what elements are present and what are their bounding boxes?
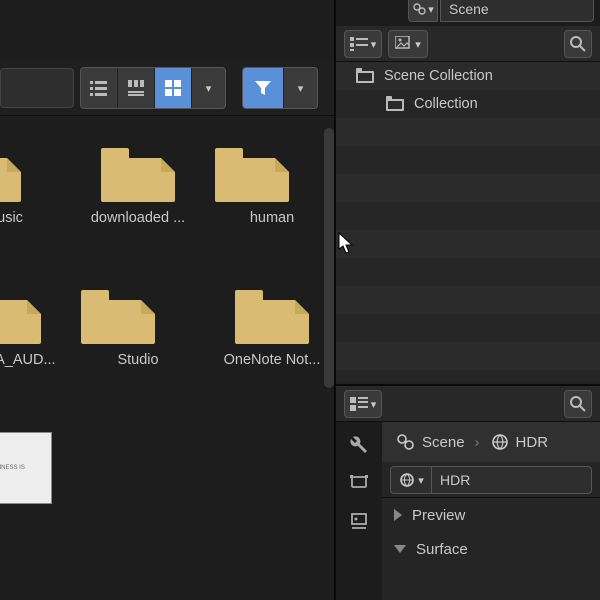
tab-tool[interactable] bbox=[341, 430, 377, 460]
outliner-row-scene-collection[interactable]: Scene Collection bbox=[336, 62, 600, 90]
file-label: Studio bbox=[117, 352, 158, 368]
file-label: OneNote Not... bbox=[224, 352, 321, 368]
world-datablock-name[interactable]: HDR bbox=[432, 466, 592, 494]
breadcrumb-scene[interactable]: Scene bbox=[396, 432, 465, 452]
world-datablock-browse[interactable] bbox=[390, 466, 432, 494]
file-browser-scrollbar[interactable] bbox=[324, 128, 334, 388]
file-label: MANDA_AUD... bbox=[0, 352, 56, 368]
tab-output[interactable] bbox=[341, 506, 377, 536]
outliner-header bbox=[336, 26, 600, 62]
properties-options[interactable] bbox=[344, 390, 382, 418]
outliner-row-label: Collection bbox=[414, 96, 478, 112]
collection-icon bbox=[384, 96, 406, 112]
file-item[interactable]: OneNote Not... bbox=[208, 286, 324, 416]
properties-search[interactable] bbox=[564, 390, 592, 418]
scene-dropdown[interactable] bbox=[408, 0, 438, 22]
folder-icon bbox=[235, 290, 309, 344]
display-list-vertical-button[interactable] bbox=[81, 68, 117, 108]
file-label: downloaded ... bbox=[91, 210, 185, 226]
properties-breadcrumb: Scene HDR bbox=[382, 422, 600, 462]
display-options-dropdown[interactable] bbox=[191, 68, 225, 108]
file-item[interactable]: MANDA_AUD... bbox=[0, 286, 68, 416]
properties-tabs bbox=[336, 422, 382, 600]
folder-icon bbox=[101, 148, 175, 202]
file-item[interactable]: human bbox=[208, 144, 324, 274]
breadcrumb-world[interactable]: HDR bbox=[490, 432, 549, 452]
file-label: human bbox=[250, 210, 294, 226]
file-label: Music bbox=[0, 210, 23, 226]
file-browser-pane: Music downloaded ... human MANDA_AUD... Stud… bbox=[0, 0, 334, 600]
outliner-filter-images[interactable] bbox=[388, 30, 428, 58]
folder-icon bbox=[0, 290, 41, 344]
image-thumbnail: HAPPINESS IS bbox=[0, 432, 52, 504]
file-item[interactable]: Studio bbox=[74, 286, 202, 416]
outliner-body: Scene Collection Collection bbox=[336, 62, 600, 382]
outliner-row-label: Scene Collection bbox=[384, 68, 493, 84]
collection-icon bbox=[354, 68, 376, 84]
outliner-row-collection[interactable]: Collection bbox=[336, 90, 600, 118]
file-browser-toolbar bbox=[0, 60, 334, 116]
world-datablock-row: HDR bbox=[382, 462, 600, 498]
filter-group bbox=[242, 67, 318, 109]
outliner-search[interactable] bbox=[564, 30, 592, 58]
file-grid: Music downloaded ... human MANDA_AUD... Stud… bbox=[0, 128, 324, 600]
display-thumbnails-button[interactable] bbox=[155, 68, 191, 108]
file-item[interactable]: HAPPINESS IS bbox=[0, 428, 68, 558]
breadcrumb-world-label: HDR bbox=[516, 434, 549, 451]
scene-name-input[interactable]: Scene bbox=[440, 0, 594, 22]
properties-header bbox=[336, 386, 600, 422]
world-icon bbox=[490, 432, 510, 452]
file-item[interactable]: downloaded ... bbox=[74, 144, 202, 274]
scene-row: Scene bbox=[336, 0, 600, 26]
folder-icon bbox=[81, 290, 155, 344]
filter-dropdown[interactable] bbox=[283, 68, 317, 108]
folder-icon bbox=[0, 148, 21, 202]
display-list-horizontal-button[interactable] bbox=[118, 68, 154, 108]
tab-render[interactable] bbox=[341, 468, 377, 498]
chevron-right-icon bbox=[475, 434, 480, 451]
right-pane: Scene Scene Collection Collection bbox=[336, 0, 600, 600]
properties-panel: Scene HDR HDR Preview Surfa bbox=[336, 384, 600, 600]
section-preview[interactable]: Preview bbox=[382, 498, 600, 532]
section-surface[interactable]: Surface bbox=[382, 532, 600, 566]
disclosure-down-icon bbox=[394, 545, 406, 553]
breadcrumb-scene-label: Scene bbox=[422, 434, 465, 451]
properties-body: HDR Preview Surface bbox=[382, 462, 600, 600]
file-browser-path-input[interactable] bbox=[0, 68, 74, 108]
display-mode-group bbox=[80, 67, 226, 109]
outliner-display-mode[interactable] bbox=[344, 30, 382, 58]
disclosure-right-icon bbox=[394, 509, 402, 521]
file-item[interactable]: Music bbox=[0, 144, 68, 274]
folder-icon bbox=[215, 148, 289, 202]
section-label: Surface bbox=[416, 541, 468, 558]
filter-button[interactable] bbox=[243, 68, 283, 108]
scene-icon bbox=[396, 432, 416, 452]
section-label: Preview bbox=[412, 507, 465, 524]
